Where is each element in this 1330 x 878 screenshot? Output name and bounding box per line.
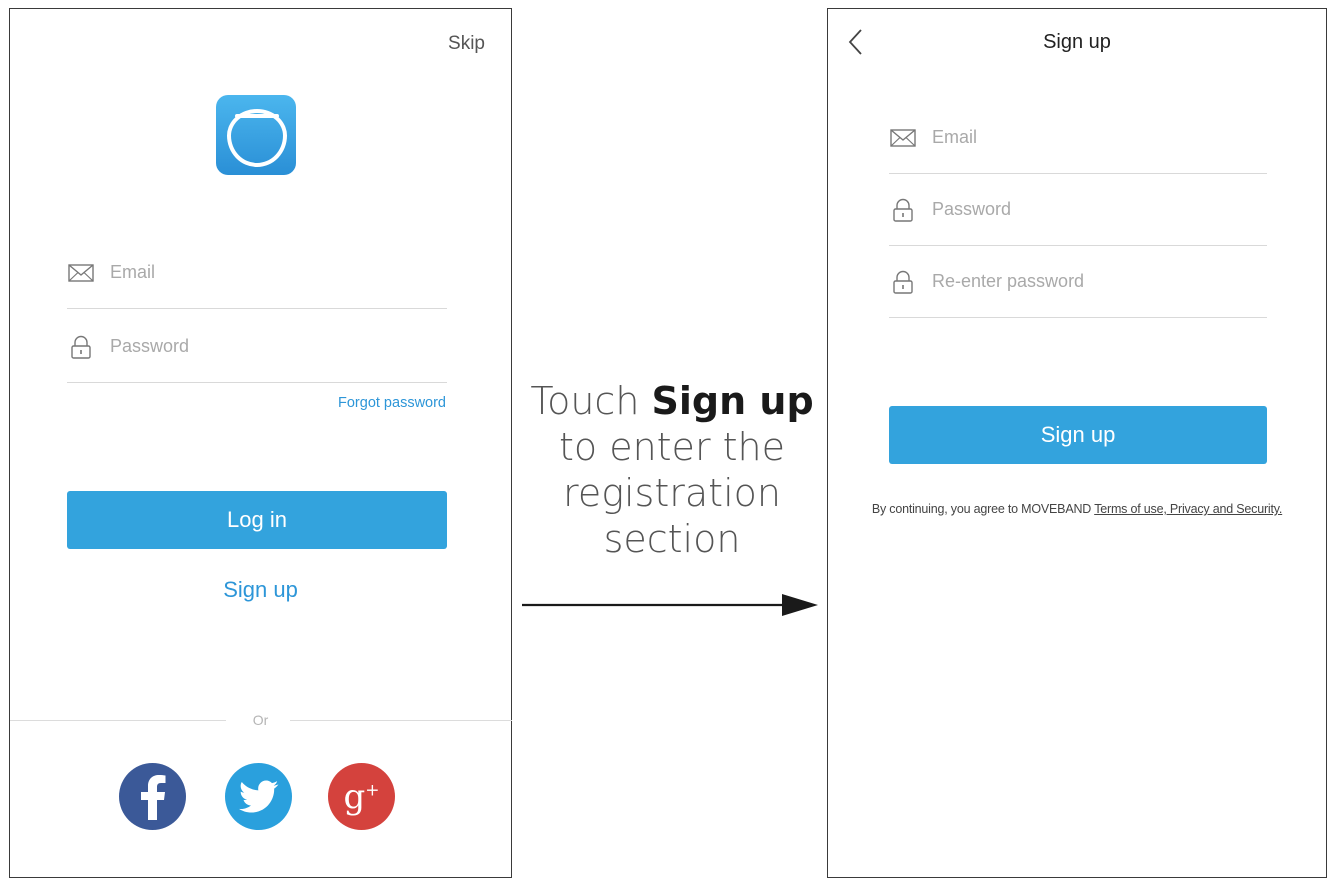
- signup-password-field[interactable]: Password: [889, 174, 1267, 246]
- password-field[interactable]: Password: [67, 311, 447, 383]
- skip-button[interactable]: Skip: [448, 33, 485, 55]
- caption-line-2: to enter the: [558, 425, 786, 469]
- facebook-icon: [140, 774, 165, 820]
- caption-prefix: Touch: [530, 379, 640, 423]
- caption-line-3: registration: [563, 471, 781, 515]
- facebook-login-button[interactable]: [119, 763, 186, 830]
- forgot-password-link[interactable]: Forgot password: [338, 395, 446, 411]
- envelope-icon: [889, 126, 917, 150]
- password-placeholder: Password: [932, 199, 1012, 219]
- password-placeholder: Password: [110, 336, 190, 356]
- google-plus-g: g: [343, 776, 366, 817]
- lock-icon: [889, 198, 917, 222]
- page-title: Sign up: [1043, 31, 1111, 53]
- or-divider: Or: [10, 711, 512, 731]
- lock-icon: [889, 270, 917, 294]
- login-screen: Skip Email Password Forgot password Log …: [9, 8, 512, 878]
- twitter-login-button[interactable]: [225, 763, 292, 830]
- reenter-password-placeholder: Re-enter password: [932, 271, 1085, 291]
- email-placeholder: Email: [932, 127, 978, 147]
- signup-button[interactable]: Sign up: [889, 406, 1267, 464]
- signup-reenter-password-field[interactable]: Re-enter password: [889, 246, 1267, 318]
- instruction-caption: Touch Sign up to enter the registration …: [524, 378, 820, 562]
- app-logo-ring: [227, 109, 287, 167]
- email-placeholder: Email: [110, 262, 156, 282]
- app-logo: [216, 95, 296, 175]
- login-button[interactable]: Log in: [67, 491, 447, 549]
- signup-screen: Sign up Email Password Re-enter password…: [827, 8, 1327, 878]
- signup-email-field[interactable]: Email: [889, 102, 1267, 174]
- or-label: Or: [252, 712, 269, 728]
- google-plus-login-button[interactable]: g+: [328, 763, 395, 830]
- lock-icon: [67, 335, 95, 359]
- terms-prefix: By continuing, you agree to MOVEBAND: [871, 502, 1092, 516]
- right-arrow-icon: [522, 594, 818, 616]
- envelope-icon: [67, 261, 95, 285]
- signup-link[interactable]: Sign up: [10, 577, 511, 603]
- caption-line-1: Touch Sign up: [524, 378, 820, 424]
- google-plus-icon: g+: [343, 780, 379, 814]
- email-field[interactable]: Email: [67, 237, 447, 309]
- terms-notice: By continuing, you agree to MOVEBAND Ter…: [828, 502, 1326, 516]
- caption-line-4: section: [603, 517, 741, 561]
- twitter-icon: [238, 780, 278, 812]
- google-plus-sup: +: [365, 780, 380, 801]
- caption-bold: Sign up: [651, 379, 814, 423]
- terms-link[interactable]: Terms of use, Privacy and Security.: [1094, 502, 1282, 516]
